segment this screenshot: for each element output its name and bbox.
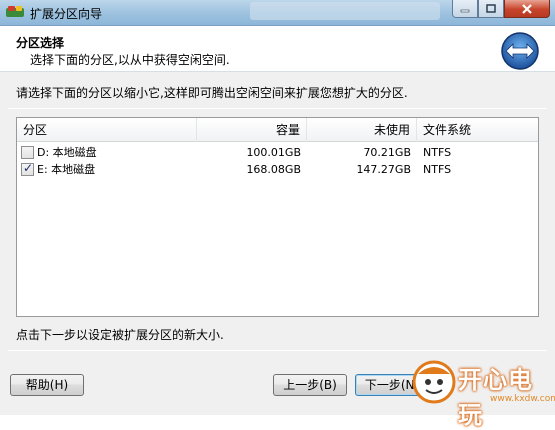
help-button[interactable]: 帮助(H) [10,374,84,396]
window-title: 扩展分区向导 [30,7,103,21]
partition-name: D: 本地磁盘 [37,146,97,159]
hint-text: 点击下一步以设定被扩展分区的新大小. [16,328,224,342]
partition-filesystem: NTFS [423,146,452,159]
partition-filesystem: NTFS [423,163,452,176]
partition-unused: 70.21GB [363,146,411,159]
expand-arrows-icon [501,32,539,70]
partition-capacity: 100.01GB [246,146,301,159]
partition-checkbox[interactable] [21,146,34,159]
title-bar: 扩展分区向导 [0,0,555,26]
divider-top [8,108,547,109]
mascot-icon [412,360,456,404]
column-header-unused[interactable]: 未使用 [307,118,417,142]
partition-unused: 147.27GB [356,163,411,176]
watermark-logo: 开心电玩 www.kxdw.com [410,354,555,429]
watermark-url: www.kxdw.com [490,394,555,404]
minimize-button[interactable] [452,0,478,18]
maximize-button[interactable] [478,0,504,18]
app-logo-icon [6,6,24,17]
close-icon [522,3,532,14]
partition-list[interactable]: 分区 容量 未使用 文件系统 D: 本地磁盘 100.01GB 70.21GB … [16,117,539,317]
wizard-window: 扩展分区向导 分区选择 选择下面的分区,以从中获得空闲空间. 请选择下面的分区以… [0,0,555,429]
list-header: 分区 容量 未使用 文件系统 [17,118,538,142]
column-header-filesystem[interactable]: 文件系统 [417,118,538,142]
instruction-text: 请选择下面的分区以缩小它,这样即可腾出空闲空间来扩展您想扩大的分区. [16,86,408,100]
table-row[interactable]: D: 本地磁盘 100.01GB 70.21GB NTFS [17,144,538,161]
page-title: 分区选择 [16,36,65,50]
column-header-partition[interactable]: 分区 [17,118,197,142]
divider-bottom [8,350,547,351]
page-subtitle: 选择下面的分区,以从中获得空闲空间. [30,53,230,67]
partition-name: E: 本地磁盘 [37,163,96,176]
maximize-icon [486,3,496,13]
column-header-capacity[interactable]: 容量 [197,118,307,142]
partition-capacity: 168.08GB [246,163,301,176]
partition-checkbox[interactable]: ✓ [21,161,34,176]
wizard-header: 分区选择 选择下面的分区,以从中获得空闲空间. [0,26,555,72]
back-button[interactable]: 上一步(B) [273,374,347,396]
title-bar-blur [250,2,440,20]
minimize-icon [460,9,470,12]
close-button[interactable] [504,0,550,18]
table-row[interactable]: ✓ E: 本地磁盘 168.08GB 147.27GB NTFS [17,161,538,178]
checkmark-icon: ✓ [23,161,34,175]
